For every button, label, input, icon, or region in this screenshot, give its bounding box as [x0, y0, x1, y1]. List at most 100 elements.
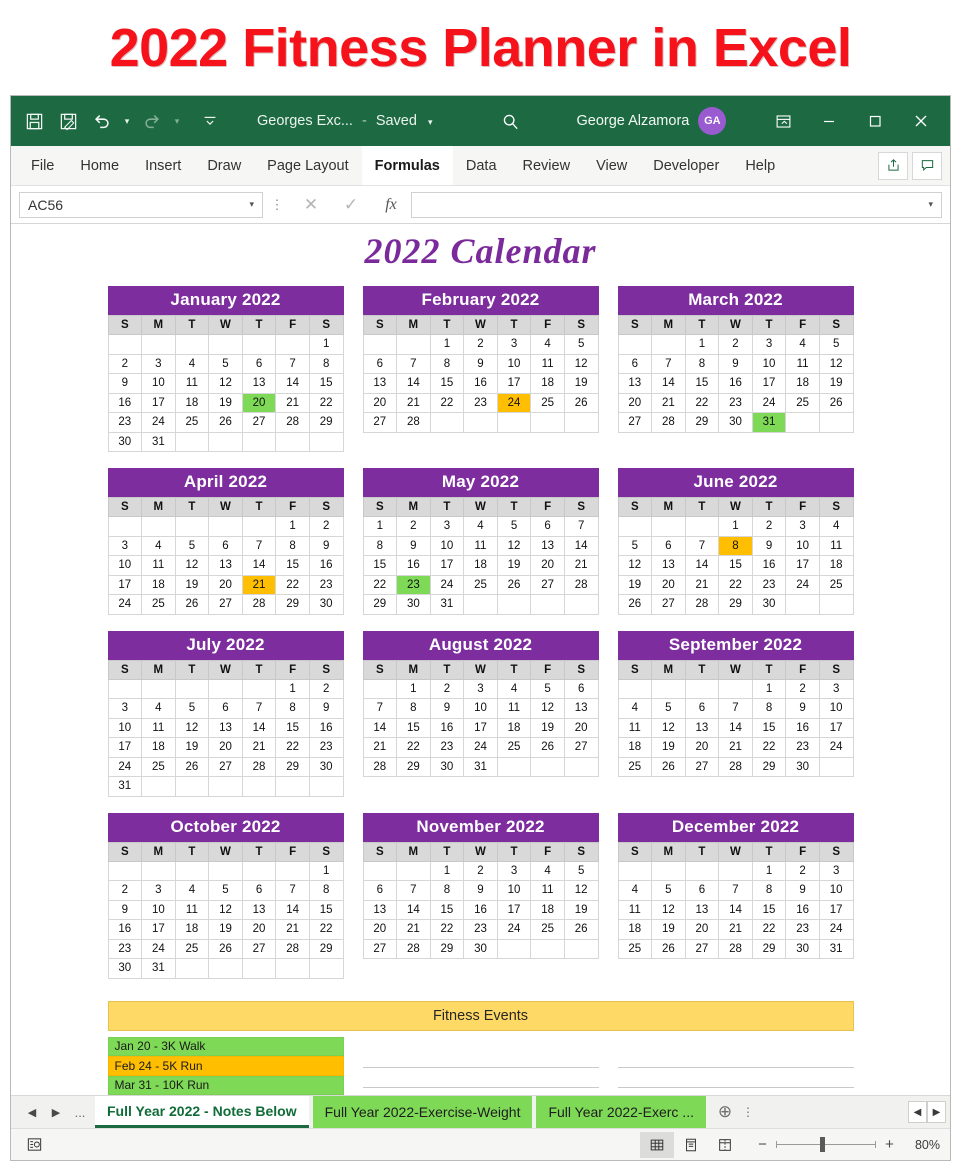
calendar-empty-cell[interactable]: [785, 594, 820, 615]
calendar-day-cell[interactable]: 20: [530, 555, 565, 576]
calendar-day-cell[interactable]: 23: [429, 737, 465, 758]
calendar-day-cell[interactable]: 8: [684, 353, 720, 374]
ribbon-tab-view[interactable]: View: [583, 146, 640, 185]
calendar-day-cell[interactable]: 6: [684, 698, 720, 719]
calendar-day-cell[interactable]: 25: [530, 392, 565, 413]
calendar-day-cell[interactable]: 7: [275, 353, 310, 374]
calendar-day-cell[interactable]: 9: [308, 535, 344, 556]
calendar-day-cell[interactable]: 31: [818, 938, 854, 959]
calendar-day-cell[interactable]: 13: [362, 373, 398, 394]
calendar-day-cell[interactable]: 9: [308, 698, 344, 719]
fitness-event-row[interactable]: Feb 24 - 5K Run: [107, 1056, 344, 1076]
calendar-day-cell[interactable]: 2: [107, 880, 143, 901]
calendar-day-cell[interactable]: 30: [785, 756, 820, 777]
calendar-day-cell[interactable]: 27: [208, 594, 243, 615]
calendar-empty-cell[interactable]: [208, 516, 243, 537]
calendar-empty-cell[interactable]: [530, 594, 565, 615]
note-line[interactable]: [363, 1088, 599, 1096]
calendar-empty-cell[interactable]: [818, 756, 854, 777]
calendar-empty-cell[interactable]: [141, 516, 176, 537]
calendar-day-cell[interactable]: 5: [818, 334, 854, 355]
calendar-day-cell[interactable]: 18: [141, 574, 176, 595]
calendar-empty-cell[interactable]: [141, 678, 176, 699]
save-as-icon[interactable]: [51, 104, 85, 138]
fitness-event-row[interactable]: Jan 20 - 3K Walk: [107, 1036, 344, 1056]
calendar-day-cell[interactable]: 2: [751, 516, 787, 537]
calendar-day-cell[interactable]: 13: [530, 535, 565, 556]
calendar-day-cell[interactable]: 12: [496, 535, 532, 556]
calendar-day-cell[interactable]: 19: [208, 392, 243, 413]
sheet-tab-exercise-weight[interactable]: Full Year 2022-Exercise-Weight: [312, 1096, 533, 1128]
calendar-day-cell[interactable]: 22: [362, 574, 398, 595]
calendar-day-cell[interactable]: 26: [174, 594, 210, 615]
formula-bar-grip[interactable]: ⋮: [263, 197, 291, 213]
calendar-empty-cell[interactable]: [818, 412, 854, 433]
calendar-day-cell[interactable]: 4: [530, 860, 565, 881]
calendar-day-cell[interactable]: 31: [141, 431, 176, 452]
zoom-control[interactable]: − +: [756, 1136, 896, 1153]
undo-icon[interactable]: [85, 104, 119, 138]
calendar-day-cell[interactable]: 27: [617, 412, 653, 433]
calendar-day-cell[interactable]: 26: [530, 737, 565, 758]
calendar-day-cell[interactable]: 10: [785, 535, 820, 556]
calendar-day-cell[interactable]: 19: [174, 737, 210, 758]
calendar-day-cell[interactable]: 18: [818, 555, 854, 576]
calendar-day-cell[interactable]: 25: [530, 919, 565, 940]
calendar-day-cell[interactable]: 23: [751, 574, 787, 595]
calendar-day-cell[interactable]: 24: [818, 919, 854, 940]
calendar-empty-cell[interactable]: [275, 958, 310, 979]
calendar-day-cell[interactable]: 9: [107, 899, 143, 920]
calendar-day-cell[interactable]: 31: [141, 958, 176, 979]
calendar-day-cell[interactable]: 12: [818, 353, 854, 374]
calendar-day-cell[interactable]: 23: [463, 392, 498, 413]
calendar-day-cell[interactable]: 5: [651, 880, 686, 901]
calendar-day-cell[interactable]: 29: [718, 594, 753, 615]
calendar-day-cell[interactable]: 30: [308, 756, 344, 777]
calendar-day-cell[interactable]: 22: [429, 919, 465, 940]
calendar-empty-cell[interactable]: [651, 860, 686, 881]
calendar-day-cell[interactable]: 26: [818, 392, 854, 413]
search-icon[interactable]: [493, 112, 529, 131]
calendar-day-cell[interactable]: 15: [275, 555, 310, 576]
ribbon-tab-draw[interactable]: Draw: [194, 146, 254, 185]
calendar-day-cell[interactable]: 27: [208, 756, 243, 777]
calendar-day-cell[interactable]: 16: [396, 555, 431, 576]
calendar-empty-cell[interactable]: [241, 958, 277, 979]
calendar-day-cell[interactable]: 22: [308, 392, 344, 413]
calendar-day-cell-highlighted[interactable]: 20: [241, 392, 277, 413]
calendar-empty-cell[interactable]: [174, 516, 210, 537]
calendar-day-cell[interactable]: 31: [429, 594, 465, 615]
calendar-empty-cell[interactable]: [208, 776, 243, 797]
calendar-day-cell[interactable]: 16: [107, 392, 143, 413]
calendar-day-cell[interactable]: 26: [208, 938, 243, 959]
calendar-day-cell[interactable]: 1: [396, 678, 431, 699]
comments-icon[interactable]: [912, 151, 942, 180]
scroll-left-icon[interactable]: ◀: [908, 1101, 927, 1123]
calendar-day-cell[interactable]: 30: [785, 938, 820, 959]
calendar-day-cell[interactable]: 24: [496, 919, 532, 940]
calendar-empty-cell[interactable]: [651, 516, 686, 537]
calendar-day-cell[interactable]: 7: [718, 880, 753, 901]
calendar-day-cell[interactable]: 10: [141, 373, 176, 394]
calendar-day-cell[interactable]: 3: [141, 880, 176, 901]
calendar-empty-cell[interactable]: [530, 412, 565, 433]
calendar-day-cell[interactable]: 16: [463, 899, 498, 920]
formula-input[interactable]: ▾: [411, 191, 942, 218]
calendar-day-cell[interactable]: 5: [651, 698, 686, 719]
calendar-day-cell[interactable]: 1: [718, 516, 753, 537]
calendar-day-cell[interactable]: 11: [617, 717, 653, 738]
calendar-day-cell[interactable]: 7: [275, 880, 310, 901]
name-box-caret-icon[interactable]: ▾: [249, 199, 254, 210]
calendar-day-cell[interactable]: 18: [617, 737, 653, 758]
calendar-empty-cell[interactable]: [208, 334, 243, 355]
calendar-day-cell[interactable]: 18: [617, 919, 653, 940]
calendar-day-cell[interactable]: 3: [818, 678, 854, 699]
calendar-empty-cell[interactable]: [141, 334, 176, 355]
calendar-empty-cell[interactable]: [617, 516, 653, 537]
calendar-day-cell[interactable]: 10: [496, 353, 532, 374]
calendar-day-cell[interactable]: 29: [429, 938, 465, 959]
calendar-empty-cell[interactable]: [496, 594, 532, 615]
ribbon-display-options-icon[interactable]: [760, 100, 806, 142]
calendar-empty-cell[interactable]: [241, 516, 277, 537]
calendar-day-cell[interactable]: 5: [208, 353, 243, 374]
